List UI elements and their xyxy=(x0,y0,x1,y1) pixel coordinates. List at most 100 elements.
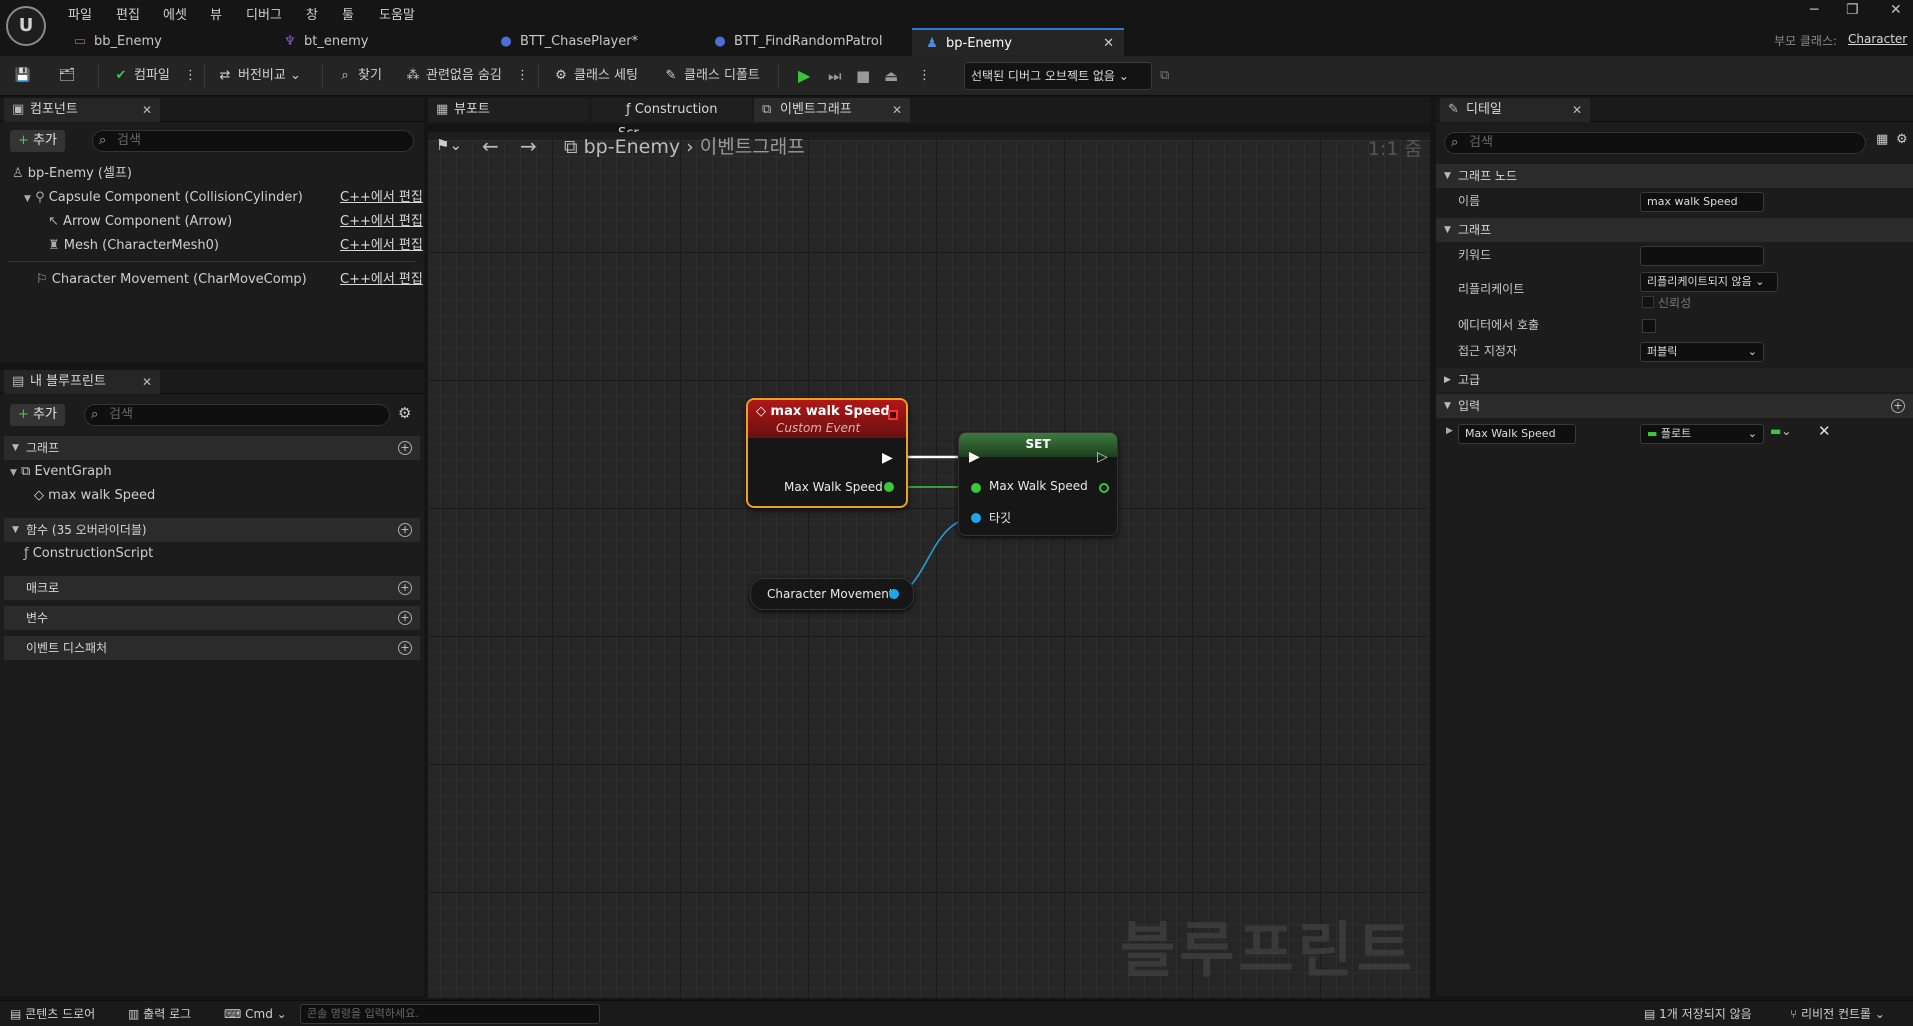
edit-in-cpp-link[interactable]: C++에서 편집 xyxy=(340,270,423,290)
add-component-button[interactable]: + 추가 xyxy=(10,130,65,152)
debug-filter-icon[interactable]: ⧉ xyxy=(1160,64,1169,88)
add-function-icon[interactable]: + xyxy=(398,523,412,537)
unsaved-button[interactable]: ▤ 1개 저장되지 않음 xyxy=(1644,1005,1752,1023)
console-input[interactable]: 콘솔 명령을 입력하세요. xyxy=(300,1004,600,1024)
step-icon[interactable]: ⏭ xyxy=(828,64,842,88)
section-functions[interactable]: ▼ 함수 (35 오버라이더블) + xyxy=(4,518,420,542)
add-macro-icon[interactable]: + xyxy=(398,581,412,595)
add-dispatcher-icon[interactable]: + xyxy=(398,641,412,655)
eject-icon[interactable]: ⏏ xyxy=(884,64,898,88)
browse-icon[interactable]: 🗂 xyxy=(58,64,80,88)
component-item-mesh[interactable]: ♜ Mesh (CharacterMesh0) xyxy=(48,236,219,256)
grid-view-icon[interactable]: ▦ xyxy=(1876,132,1888,147)
section-macros[interactable]: 매크로 + xyxy=(4,576,420,600)
graph-canvas[interactable]: ⚑⌄ ← → ⧉ bp-Enemy › 이벤트그래프 1:1 줌 ◇ max w… xyxy=(428,132,1430,998)
custom-event-item[interactable]: ◇ max walk Speed xyxy=(34,486,155,506)
close-window-icon[interactable]: ✕ xyxy=(1890,2,1902,18)
save-icon[interactable]: 💾 xyxy=(14,64,36,88)
settings-gear-icon[interactable]: ⚙ xyxy=(1896,132,1908,147)
cmd-dropdown[interactable]: ⌨ Cmd ⌄ xyxy=(224,1005,287,1023)
close-tab-icon[interactable]: ✕ xyxy=(1103,30,1114,58)
input-name-field[interactable]: Max Walk Speed xyxy=(1458,424,1576,444)
section-graphs[interactable]: ▼ 그래프 + xyxy=(4,436,420,460)
edit-in-cpp-link[interactable]: C++에서 편집 xyxy=(340,236,423,256)
tab-event-graph[interactable]: ⧉ 이벤트그래프 ✕ xyxy=(754,98,910,122)
add-graph-icon[interactable]: + xyxy=(398,441,412,455)
unreal-logo-icon[interactable]: U xyxy=(6,6,46,46)
float-out-pin[interactable] xyxy=(884,482,894,492)
expand-input-icon[interactable]: ▶ xyxy=(1446,426,1453,436)
component-item-capsule[interactable]: ▼ ⚲ Capsule Component (CollisionCylinder… xyxy=(24,188,303,208)
edit-in-cpp-link[interactable]: C++에서 편집 xyxy=(340,188,423,208)
menu-asset[interactable]: 에셋 xyxy=(163,4,187,23)
tab-my-blueprint[interactable]: ▤ 내 블루프린트 ✕ xyxy=(4,370,160,394)
exec-in-pin[interactable]: ▶ xyxy=(969,449,980,465)
component-item-movement[interactable]: ⚐ Character Movement (CharMoveComp) xyxy=(36,270,307,290)
input-type-dropdown[interactable]: ▬ 플로트 ⌄ xyxy=(1640,424,1764,444)
keywords-field[interactable] xyxy=(1640,246,1764,266)
edit-in-cpp-link[interactable]: C++에서 편집 xyxy=(340,212,423,232)
menu-debug[interactable]: 디버그 xyxy=(246,4,282,23)
reliable-checkbox[interactable] xyxy=(1642,296,1654,308)
details-search-input[interactable]: ⌕ 검색 xyxy=(1444,132,1866,154)
access-specifier-dropdown[interactable]: 퍼블릭 ⌄ xyxy=(1640,342,1764,362)
tab-viewport[interactable]: ▦ 뷰포트 xyxy=(428,98,588,122)
section-event-dispatchers[interactable]: 이벤트 디스패처 + xyxy=(4,636,420,660)
tab-details[interactable]: ✎ 디테일 ✕ xyxy=(1440,98,1590,122)
construction-script-item[interactable]: ƒ ConstructionScript xyxy=(24,544,153,564)
call-in-editor-checkbox[interactable] xyxy=(1642,319,1656,333)
tab-bp-enemy[interactable]: ♟ bp-Enemy ✕ xyxy=(912,28,1124,56)
play-icon[interactable]: ▶ xyxy=(798,64,810,88)
tab-bb-enemy[interactable]: ▭ bb_Enemy xyxy=(60,28,260,56)
restore-icon[interactable]: ❐ xyxy=(1846,2,1859,18)
menu-tools[interactable]: 툴 xyxy=(342,4,354,23)
character-movement-getter-node[interactable]: Character Movement xyxy=(750,578,914,610)
menu-view[interactable]: 뷰 xyxy=(210,4,222,23)
float-out-pin[interactable] xyxy=(1099,483,1109,493)
object-out-pin[interactable] xyxy=(889,589,899,599)
section-graph[interactable]: ▼ 그래프 xyxy=(1436,218,1913,242)
component-item-arrow[interactable]: ↖ Arrow Component (Arrow) xyxy=(48,212,232,232)
name-field[interactable]: max walk Speed xyxy=(1640,192,1764,212)
remove-input-icon[interactable]: ✕ xyxy=(1818,422,1831,440)
set-node[interactable]: SET ▶ ▷ Max Walk Speed 타깃 xyxy=(958,432,1118,536)
parent-class-link[interactable]: Character xyxy=(1848,32,1907,46)
custom-event-node[interactable]: ◇ max walk Speed Custom Event ▶ Max Walk… xyxy=(746,398,908,508)
section-variables[interactable]: 변수 + xyxy=(4,606,420,630)
menu-help[interactable]: 도움말 xyxy=(379,4,415,23)
menu-edit[interactable]: 편집 xyxy=(116,4,140,23)
event-graph-item[interactable]: ▼ ⧉ EventGraph xyxy=(10,462,112,482)
menu-window[interactable]: 창 xyxy=(306,4,318,23)
float-in-pin[interactable] xyxy=(971,483,981,493)
output-log-button[interactable]: ▥ 출력 로그 xyxy=(128,1005,191,1023)
section-graph-node[interactable]: ▼ 그래프 노드 xyxy=(1436,164,1913,188)
revision-control-button[interactable]: ⑂ 리비전 컨트롤 ⌄ xyxy=(1790,1005,1885,1023)
close-panel-icon[interactable]: ✕ xyxy=(142,98,152,122)
my-blueprint-search-input[interactable]: ⌕ 검색 xyxy=(84,404,390,426)
diff-button[interactable]: ⇄ 버전비교 ⌄ xyxy=(216,64,301,88)
delegate-pin-icon[interactable] xyxy=(888,410,898,420)
close-tab-icon[interactable]: ✕ xyxy=(892,98,902,122)
exec-out-pin[interactable]: ▶ xyxy=(882,450,893,466)
hide-unrelated-options-icon[interactable]: ⋮ xyxy=(516,64,529,88)
exec-out-pin[interactable]: ▷ xyxy=(1097,449,1108,465)
content-drawer-button[interactable]: ▤ 콘텐츠 드로어 xyxy=(10,1005,95,1023)
menu-file[interactable]: 파일 xyxy=(68,4,92,23)
class-settings-button[interactable]: ⚙ 클래스 세팅 xyxy=(552,64,638,88)
close-panel-icon[interactable]: ✕ xyxy=(142,370,152,394)
tab-bt-enemy[interactable]: ♆ bt_enemy xyxy=(270,28,470,56)
component-root[interactable]: ♙ bp-Enemy (셀프) xyxy=(12,164,132,184)
replicates-dropdown[interactable]: 리플리케이트되지 않음 ⌄ xyxy=(1640,272,1778,292)
section-inputs[interactable]: ▼ 입력 + xyxy=(1436,394,1913,418)
settings-gear-icon[interactable]: ⚙ xyxy=(398,404,411,422)
tab-construction-script[interactable]: ƒ Construction Scr... xyxy=(592,98,752,141)
hide-unrelated-button[interactable]: ⁂ 관련없음 숨김 xyxy=(404,64,502,88)
class-defaults-button[interactable]: ✎ 클래스 디폴트 xyxy=(662,64,760,88)
target-in-pin[interactable] xyxy=(971,513,981,523)
compile-button[interactable]: ✔ 컴파일 xyxy=(112,64,170,88)
play-options-icon[interactable]: ⋮ xyxy=(918,64,931,88)
minimize-icon[interactable]: ─ xyxy=(1810,2,1818,18)
tab-btt-findrandompatrol[interactable]: ● BTT_FindRandomPatrol xyxy=(700,28,900,56)
compile-options-icon[interactable]: ⋮ xyxy=(184,64,197,88)
find-button[interactable]: ⌕ 찾기 xyxy=(336,64,382,88)
